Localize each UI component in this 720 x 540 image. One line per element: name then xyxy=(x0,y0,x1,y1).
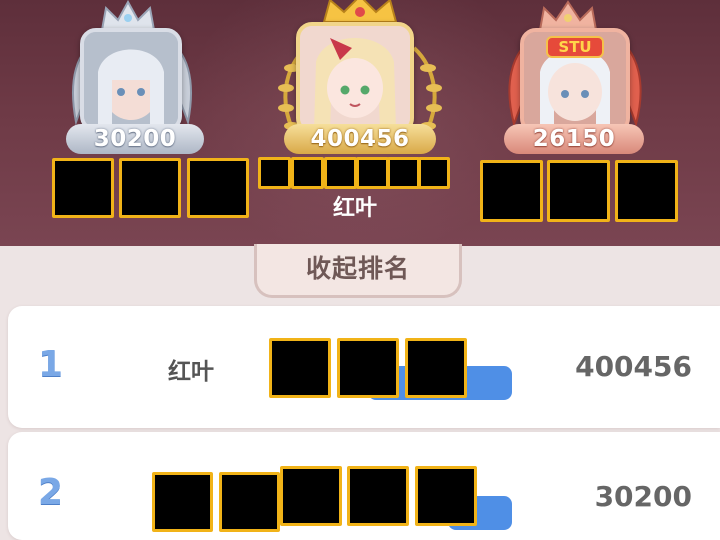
redacted-name-block xyxy=(547,160,610,222)
redacted-name-block xyxy=(280,466,342,526)
rank-number: 1 xyxy=(38,344,64,385)
redacted-name-block xyxy=(415,466,477,526)
redacted-name-block xyxy=(405,338,467,398)
avatar-portrait-icon xyxy=(300,26,410,130)
redacted-name-block xyxy=(291,157,324,189)
second-place-score: 30200 xyxy=(66,124,204,154)
redacted-name-block xyxy=(387,157,420,189)
redacted-name-block xyxy=(480,160,543,222)
player-score: 400456 xyxy=(575,350,692,383)
redacted-name-block xyxy=(418,157,450,189)
redacted-name-block xyxy=(119,158,181,218)
player-name: 红叶 xyxy=(168,359,214,385)
redacted-name-block xyxy=(324,157,357,189)
redacted-name-block xyxy=(219,472,280,532)
redacted-name-block xyxy=(356,157,389,189)
redacted-name-block xyxy=(615,160,678,222)
collapse-ranking-button[interactable]: 收起排名 xyxy=(254,244,462,298)
ranking-row[interactable]: 2 30200 xyxy=(8,432,720,540)
first-place-avatar[interactable] xyxy=(296,22,414,134)
redacted-name-block xyxy=(152,472,213,532)
redacted-name-block xyxy=(269,338,331,398)
player-score: 30200 xyxy=(594,480,692,513)
redacted-name-block xyxy=(337,338,399,398)
first-place-score: 400456 xyxy=(284,124,436,154)
rank-number: 2 xyxy=(38,472,64,513)
first-place-name: 红叶 xyxy=(332,196,377,221)
podium: 30200 400456 红叶 STU 26150 xyxy=(0,0,720,246)
redacted-name-block xyxy=(187,158,249,218)
redacted-name-block xyxy=(347,466,409,526)
second-place-avatar[interactable] xyxy=(80,28,182,132)
redacted-name-block xyxy=(258,157,291,189)
redacted-name-block xyxy=(52,158,114,218)
avatar-portrait-icon xyxy=(84,32,178,128)
ranking-row[interactable]: 1 红叶 400456 xyxy=(8,306,720,428)
third-place-badge: STU xyxy=(546,36,604,58)
third-place-score: 26150 xyxy=(504,124,644,154)
